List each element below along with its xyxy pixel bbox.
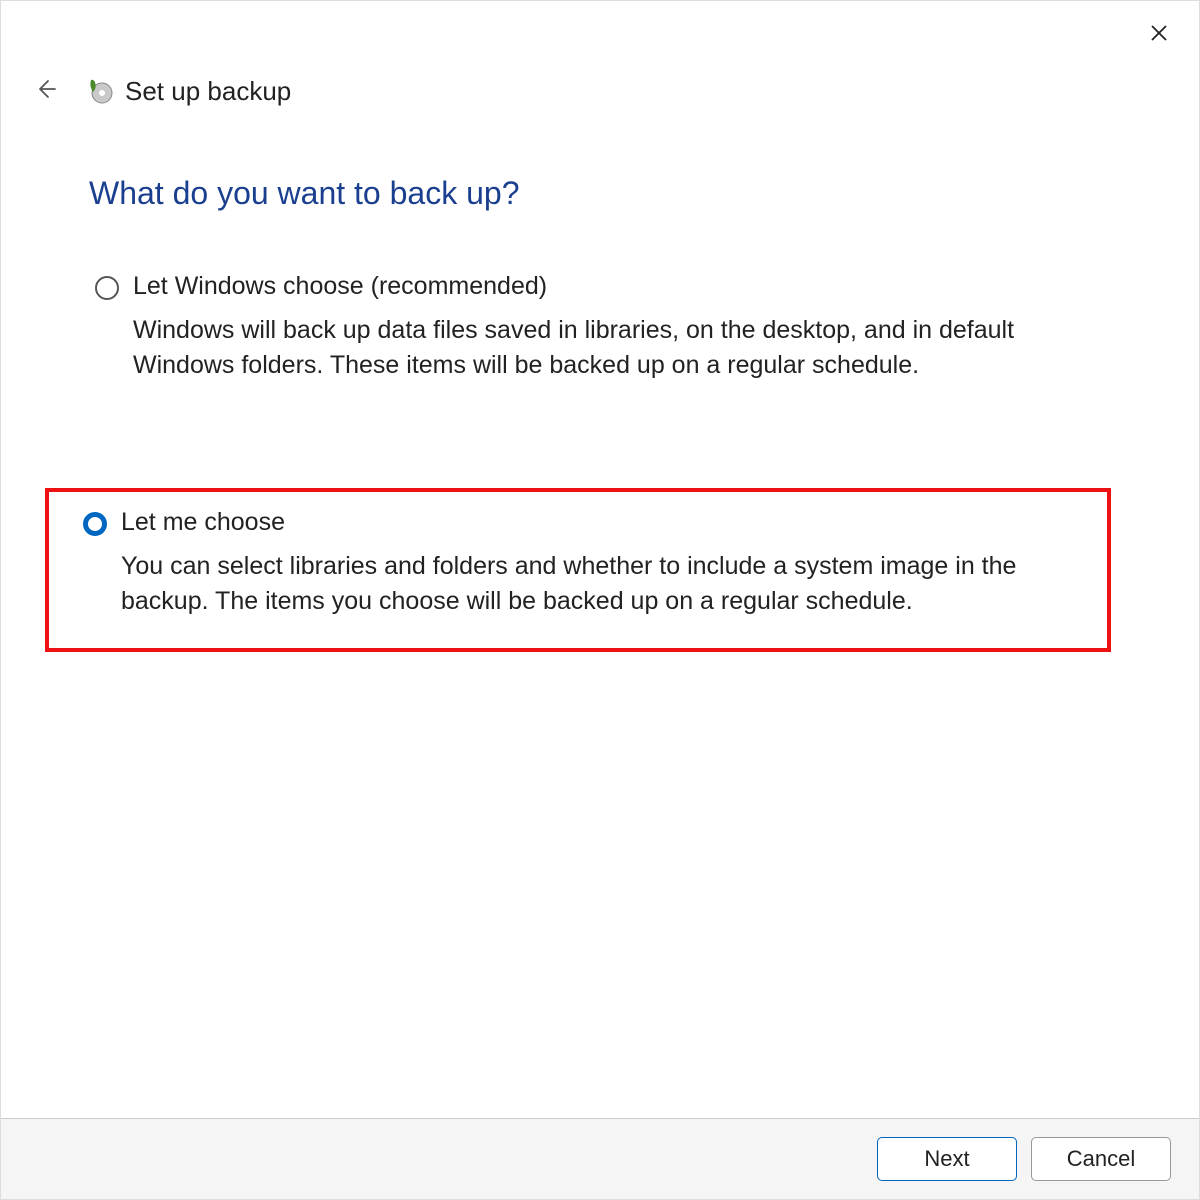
wizard-title: Set up backup — [125, 76, 291, 107]
option-body: Let me choose You can select libraries a… — [121, 508, 1087, 618]
radio-let-me-choose[interactable] — [83, 512, 107, 536]
cancel-button[interactable]: Cancel — [1031, 1137, 1171, 1181]
option-description: Windows will back up data files saved in… — [133, 313, 1097, 382]
option-description: You can select libraries and folders and… — [121, 549, 1087, 618]
radio-windows-choose[interactable] — [95, 276, 119, 300]
close-icon — [1149, 23, 1169, 48]
backup-wizard-icon — [85, 76, 115, 106]
footer: Next Cancel — [1, 1118, 1199, 1199]
next-button[interactable]: Next — [877, 1137, 1017, 1181]
header-row: Set up backup — [1, 49, 1199, 107]
option-label[interactable]: Let Windows choose (recommended) — [133, 272, 1097, 301]
page-heading: What do you want to back up? — [89, 175, 1111, 212]
title-group: Set up backup — [85, 76, 291, 107]
back-button[interactable] — [29, 75, 61, 107]
option-body: Let Windows choose (recommended) Windows… — [133, 272, 1097, 382]
option-label[interactable]: Let me choose — [121, 508, 1087, 537]
titlebar — [1, 1, 1199, 49]
close-button[interactable] — [1145, 21, 1173, 49]
option-let-me-choose[interactable]: Let me choose You can select libraries a… — [45, 488, 1111, 652]
content-area: What do you want to back up? Let Windows… — [1, 107, 1199, 1118]
back-arrow-icon — [34, 78, 56, 105]
option-windows-choose[interactable]: Let Windows choose (recommended) Windows… — [89, 266, 1111, 396]
